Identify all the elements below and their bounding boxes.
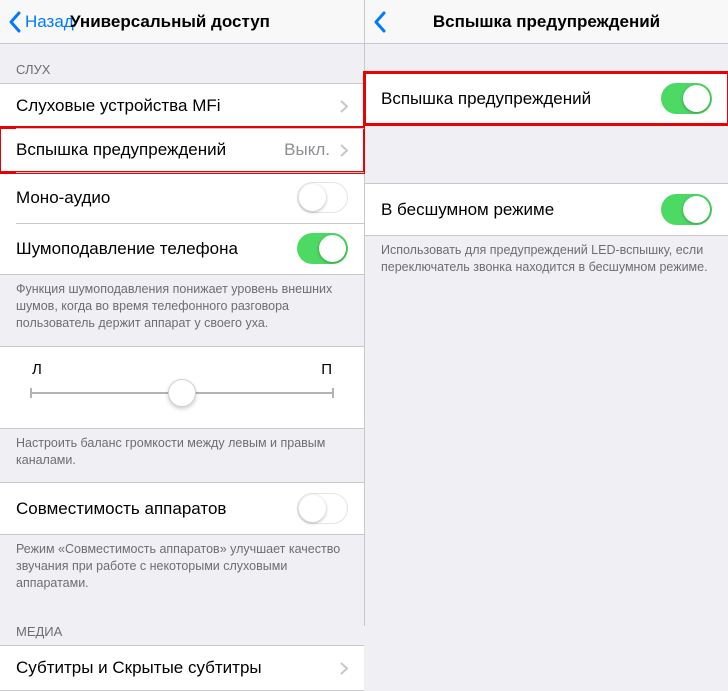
row-led-flash-alerts[interactable]: Вспышка предупреждений Выкл. bbox=[0, 128, 364, 172]
slider-thumb[interactable] bbox=[168, 379, 196, 407]
row-mfi-devices[interactable]: Слуховые устройства MFi bbox=[0, 84, 364, 128]
toggle-mono-audio[interactable] bbox=[297, 182, 348, 213]
section-header-hearing: СЛУХ bbox=[0, 44, 364, 83]
chevron-left-icon bbox=[373, 11, 386, 33]
navbar: Вспышка предупреждений bbox=[365, 0, 728, 44]
flash-group: Вспышка предупреждений bbox=[365, 72, 728, 125]
footer-noise: Функция шумоподавления понижает уровень … bbox=[0, 275, 364, 346]
media-group: Субтитры и Скрытые субтитры bbox=[0, 645, 364, 691]
nav-back-label: Назад bbox=[25, 12, 74, 32]
toggle-flash-on-silent[interactable] bbox=[661, 194, 712, 225]
slider-label-right: П bbox=[321, 361, 332, 378]
nav-title: Универсальный доступ bbox=[70, 12, 270, 32]
row-mono-audio[interactable]: Моно-аудио bbox=[0, 172, 364, 223]
row-led-flash-alerts[interactable]: Вспышка предупреждений bbox=[365, 73, 728, 124]
row-phone-noise-cancellation[interactable]: Шумоподавление телефона bbox=[0, 223, 364, 274]
row-label: Слуховые устройства MFi bbox=[16, 96, 340, 116]
row-subtitles[interactable]: Субтитры и Скрытые субтитры bbox=[0, 646, 364, 690]
row-label: Совместимость аппаратов bbox=[16, 499, 297, 519]
row-label: Шумоподавление телефона bbox=[16, 239, 297, 259]
chevron-right-icon bbox=[340, 100, 348, 113]
toggle-noise-cancellation[interactable] bbox=[297, 233, 348, 264]
balance-slider-group: Л П bbox=[0, 346, 364, 429]
compat-group: Совместимость аппаратов bbox=[0, 482, 364, 535]
hearing-group: Слуховые устройства MFi Вспышка предупре… bbox=[0, 83, 364, 275]
balance-slider[interactable] bbox=[30, 392, 334, 394]
nav-title: Вспышка предупреждений bbox=[365, 12, 728, 32]
footer-balance: Настроить баланс громкости между левым и… bbox=[0, 429, 364, 483]
footer-silent: Использовать для предупреждений LED-вспы… bbox=[365, 236, 728, 290]
row-label: Субтитры и Скрытые субтитры bbox=[16, 658, 340, 678]
row-flash-on-silent[interactable]: В бесшумном режиме bbox=[365, 184, 728, 235]
footer-compat: Режим «Совместимость аппаратов» улучшает… bbox=[0, 535, 364, 606]
accessibility-settings-pane: Назад Универсальный доступ СЛУХ Слуховые… bbox=[0, 0, 365, 626]
silent-group: В бесшумном режиме bbox=[365, 183, 728, 236]
row-label: В бесшумном режиме bbox=[381, 200, 661, 220]
toggle-led-flash[interactable] bbox=[661, 83, 712, 114]
row-label: Вспышка предупреждений bbox=[381, 89, 661, 109]
slider-label-left: Л bbox=[32, 361, 42, 378]
navbar: Назад Универсальный доступ bbox=[0, 0, 364, 44]
row-label: Моно-аудио bbox=[16, 188, 297, 208]
chevron-left-icon bbox=[8, 11, 21, 33]
nav-back-button[interactable] bbox=[373, 11, 390, 33]
chevron-right-icon bbox=[340, 662, 348, 675]
led-flash-settings-pane: Вспышка предупреждений Вспышка предупреж… bbox=[365, 0, 728, 626]
slider-labels: Л П bbox=[30, 361, 334, 378]
nav-back-button[interactable]: Назад bbox=[8, 11, 74, 33]
row-hearing-aid-compat[interactable]: Совместимость аппаратов bbox=[0, 483, 364, 534]
chevron-right-icon bbox=[340, 144, 348, 157]
toggle-hearing-aid-compat[interactable] bbox=[297, 493, 348, 524]
row-label: Вспышка предупреждений bbox=[16, 140, 284, 160]
row-value: Выкл. bbox=[284, 140, 330, 160]
